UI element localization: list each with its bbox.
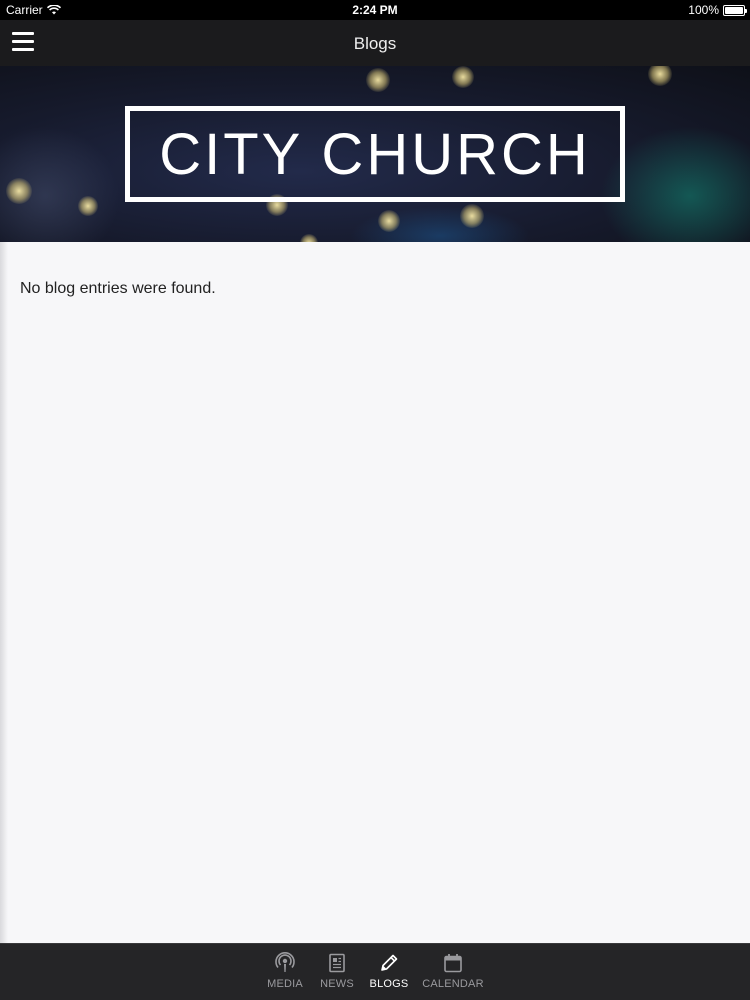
tab-label-blogs: BLOGS [369,978,409,990]
blog-list-area: No blog entries were found. [0,242,750,943]
empty-state-message: No blog entries were found. [20,280,216,297]
tab-label-news: NEWS [320,978,354,990]
tab-calendar[interactable]: CALENDAR [412,944,494,1000]
battery-icon [723,4,747,16]
navigation-bar: Blogs [0,20,750,66]
calendar-icon [444,954,462,973]
status-bar: Carrier 2:24 PM 100% [0,0,750,20]
tab-label-calendar: CALENDAR [422,978,484,990]
city-church-logo: CITY CHURCH [125,106,625,202]
podcast-icon [275,952,295,972]
battery-percent: 100% [688,3,719,17]
battery-status: 100% [688,3,747,17]
status-time: 2:24 PM [352,3,398,17]
pencil-icon [381,954,398,971]
tab-media[interactable]: MEDIA [262,944,308,1000]
tab-label-media: MEDIA [267,978,303,990]
tab-news[interactable]: NEWS [308,944,366,1000]
hero-banner: CITY CHURCH [0,66,750,242]
tab-blogs[interactable]: BLOGS [366,944,412,1000]
page-title: Blogs [353,34,397,53]
logo-text: CITY CHURCH [159,121,591,187]
tab-bar: MEDIA NEWS BLOGS CALENDAR [0,943,750,1000]
newspaper-icon [329,953,345,973]
